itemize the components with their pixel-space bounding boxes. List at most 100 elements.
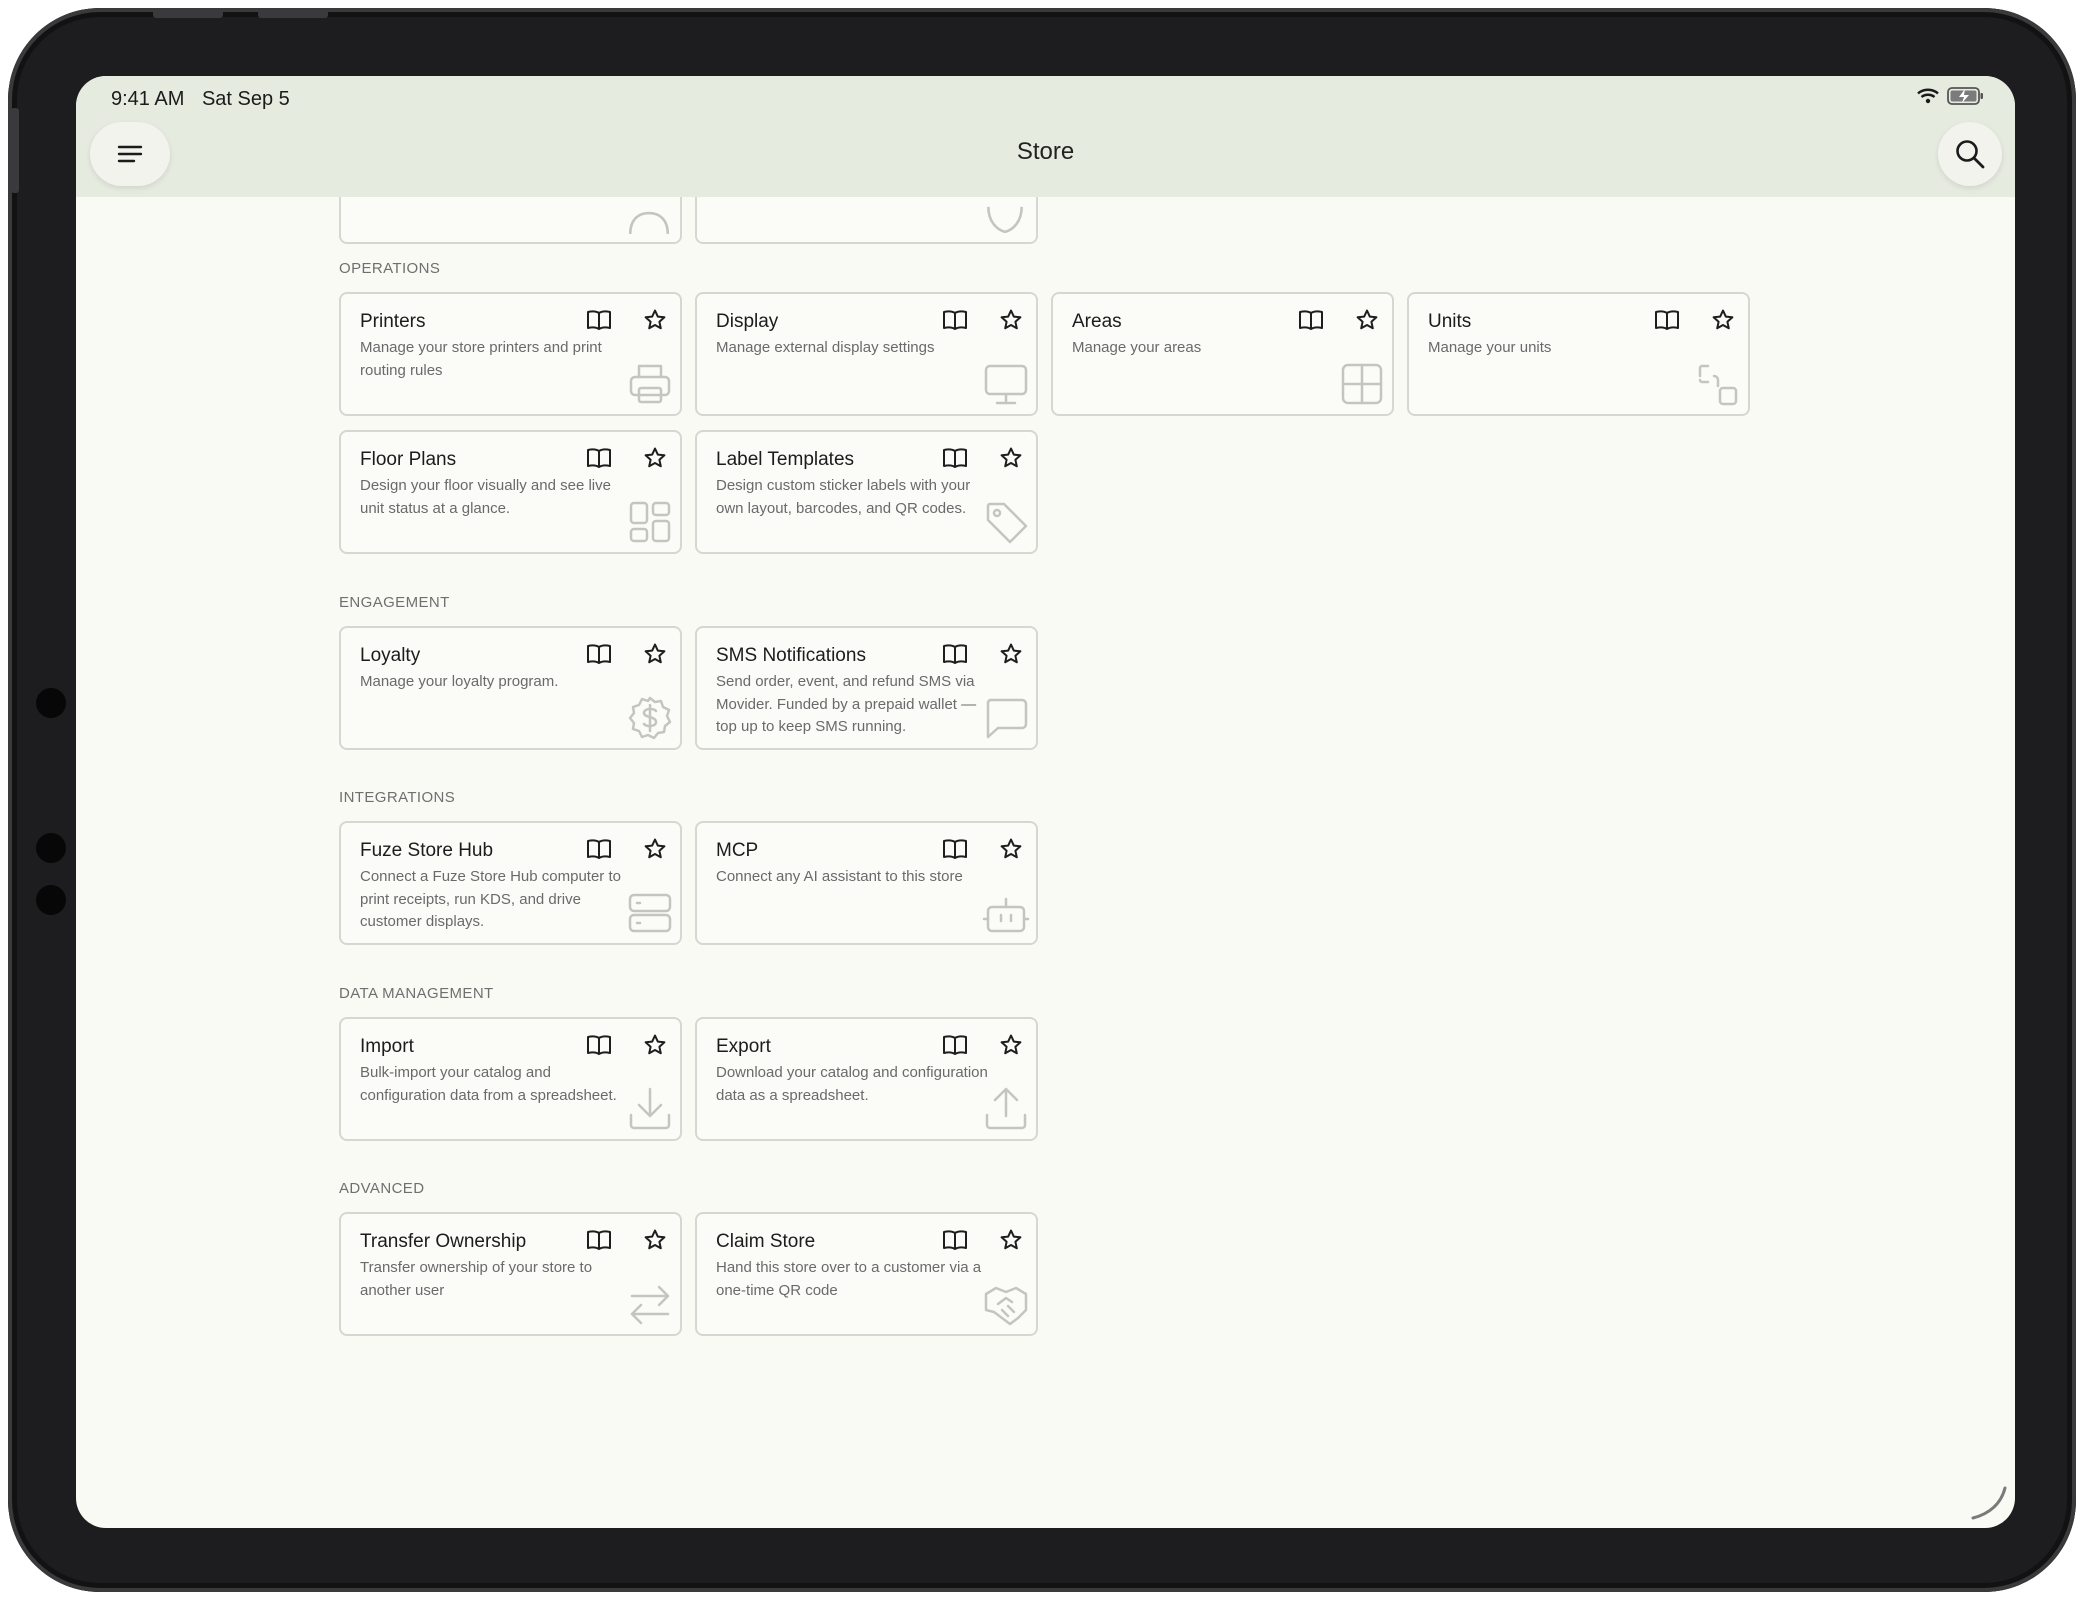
chat-bubble-icon	[986, 698, 1028, 739]
book-icon[interactable]	[942, 838, 968, 865]
star-icon[interactable]	[999, 446, 1023, 475]
top-bar: 9:41 AM Sat Sep 5 Store	[76, 76, 2015, 197]
download-icon	[629, 1087, 671, 1130]
status-date: Sat Sep 5	[201, 88, 290, 110]
settings-card[interactable]: MCP Connect any AI assistant to this stor…	[695, 821, 1038, 945]
card-title: Label Templates	[716, 449, 855, 470]
settings-card[interactable]: Transfer Ownership Transfer ownership of …	[339, 1212, 682, 1336]
card-description: Manage your areas	[1072, 339, 1202, 356]
settings-content: OPERATIONS Printers Manage your store prin…	[76, 76, 2015, 1528]
settings-card[interactable]: Floor Plans Design your floor visually an…	[339, 430, 682, 554]
settings-card[interactable]: Import Bulk-import your catalog and confi…	[339, 1017, 682, 1141]
card-title: Units	[1428, 311, 1472, 332]
star-icon[interactable]	[643, 308, 667, 337]
card-title: Transfer Ownership	[360, 1231, 527, 1252]
book-icon[interactable]	[586, 643, 612, 670]
card-description: Design your floor visually and see live …	[360, 477, 611, 517]
card-description: Hand this store over to a customer via a…	[716, 1259, 982, 1299]
section-label: INTEGRATIONS	[339, 789, 456, 806]
book-icon[interactable]	[1654, 309, 1680, 336]
app-screen: OPERATIONS Printers Manage your store prin…	[76, 76, 2015, 1528]
card-description: Manage external display settings	[716, 339, 935, 356]
book-icon[interactable]	[586, 1229, 612, 1256]
section-label: ENGAGEMENT	[339, 594, 450, 611]
star-icon[interactable]	[1711, 308, 1735, 337]
hardware-button	[11, 108, 19, 193]
star-icon[interactable]	[999, 1033, 1023, 1062]
hardware-sensor	[36, 885, 66, 915]
star-icon[interactable]	[999, 308, 1023, 337]
star-icon[interactable]	[999, 642, 1023, 671]
card-description: Manage your units	[1428, 339, 1552, 356]
resize-handle-icon	[1971, 1486, 2007, 1520]
settings-card[interactable]: SMS Notifications Send order, event, and …	[695, 626, 1038, 750]
book-icon[interactable]	[942, 1034, 968, 1061]
card-title: Floor Plans	[360, 449, 457, 470]
card-description: Bulk-import your catalog and configurati…	[360, 1064, 617, 1104]
transfer-arrows-icon	[630, 1285, 670, 1325]
star-icon[interactable]	[643, 642, 667, 671]
settings-card[interactable]: Export Download your catalog and configur…	[695, 1017, 1038, 1141]
section-label: DATA MANAGEMENT	[339, 985, 494, 1002]
book-icon[interactable]	[586, 447, 612, 474]
book-icon[interactable]	[586, 309, 612, 336]
units-icon	[1698, 364, 1738, 406]
settings-card[interactable]: Label Templates Design custom sticker lab…	[695, 430, 1038, 554]
book-icon[interactable]	[1298, 309, 1324, 336]
star-icon[interactable]	[1355, 308, 1379, 337]
card-title: Import	[360, 1036, 414, 1057]
robot-icon	[982, 897, 1030, 933]
search-icon	[1956, 140, 1985, 169]
star-icon[interactable]	[643, 1228, 667, 1257]
book-icon[interactable]	[586, 1034, 612, 1061]
card-title: Fuze Store Hub	[360, 840, 494, 861]
wifi-icon	[1917, 88, 1939, 104]
hardware-button	[258, 10, 328, 18]
settings-card[interactable]: Areas Manage your areas	[1051, 292, 1394, 416]
dollar-badge-icon	[628, 696, 672, 740]
settings-card[interactable]: Fuze Store Hub Connect a Fuze Store Hub c…	[339, 821, 682, 945]
status-time: 9:41 AM Sat Sep 5	[111, 88, 290, 111]
book-icon[interactable]	[942, 309, 968, 336]
layout-icon	[629, 501, 671, 543]
card-description: Send order, event, and refund SMS via Mo…	[716, 673, 977, 735]
search-button[interactable]	[1938, 122, 2002, 186]
page-title: Store	[1016, 138, 1075, 165]
star-icon[interactable]	[643, 1033, 667, 1062]
card-title: MCP	[716, 840, 759, 861]
card-description: Connect any AI assistant to this store	[716, 868, 963, 885]
printer-icon	[629, 364, 671, 404]
section-label: ADVANCED	[339, 1180, 425, 1197]
server-icon	[628, 893, 672, 933]
battery-charging-icon	[1947, 87, 1983, 105]
settings-card[interactable]: Claim Store Hand this store over to a cus…	[695, 1212, 1038, 1336]
card-description: Connect a Fuze Store Hub computer to pri…	[360, 868, 621, 930]
card-title: Claim Store	[716, 1231, 816, 1252]
card-description: Manage your loyalty program.	[360, 673, 559, 690]
book-icon[interactable]	[942, 643, 968, 670]
card-title: SMS Notifications	[716, 645, 866, 666]
status-indicators	[1917, 87, 1985, 105]
card-title: Areas	[1072, 311, 1122, 332]
monitor-icon	[984, 364, 1028, 405]
card-title: Display	[716, 311, 779, 332]
section-label: OPERATIONS	[339, 260, 441, 277]
star-icon[interactable]	[643, 837, 667, 866]
hardware-button	[153, 10, 223, 18]
book-icon[interactable]	[942, 1229, 968, 1256]
settings-card[interactable]: Loyalty Manage your loyalty program.	[339, 626, 682, 750]
card-description: Download your catalog and configuration …	[716, 1064, 988, 1104]
settings-card[interactable]: Units Manage your units	[1407, 292, 1750, 416]
card-description: Manage your store printers and print rou…	[360, 339, 602, 379]
star-icon[interactable]	[999, 1228, 1023, 1257]
star-icon[interactable]	[643, 446, 667, 475]
star-icon[interactable]	[999, 837, 1023, 866]
book-icon[interactable]	[586, 838, 612, 865]
upload-icon	[985, 1087, 1027, 1130]
card-description: Design custom sticker labels with your o…	[716, 477, 971, 517]
book-icon[interactable]	[942, 447, 968, 474]
settings-card[interactable]: Display Manage external display settings	[695, 292, 1038, 416]
card-description: Transfer ownership of your store to anot…	[360, 1259, 593, 1299]
card-title: Loyalty	[360, 645, 421, 666]
settings-card[interactable]: Printers Manage your store printers and p…	[339, 292, 682, 416]
